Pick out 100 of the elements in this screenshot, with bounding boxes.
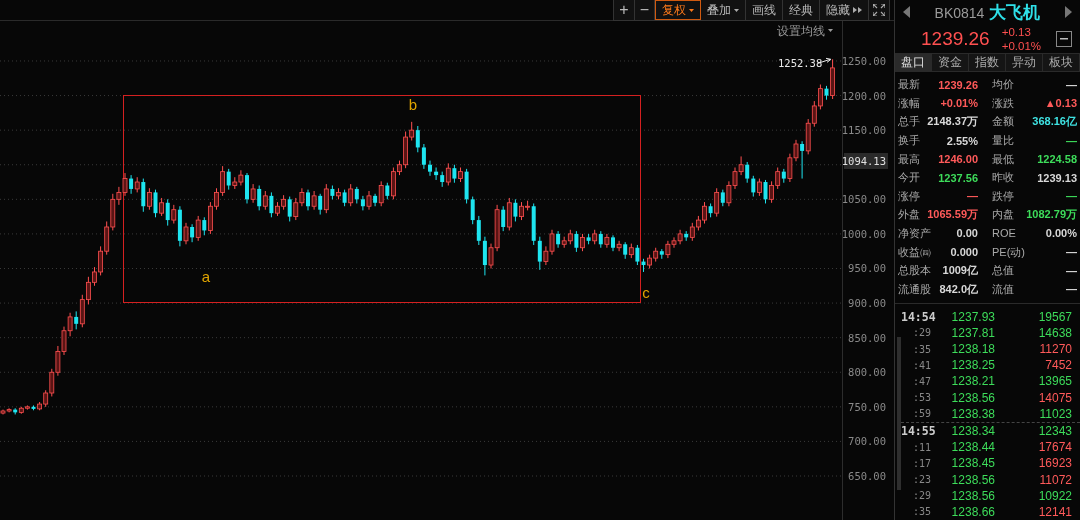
tick-price: 1238.66 bbox=[950, 504, 995, 519]
candlestick bbox=[250, 183, 256, 204]
toolbar-button[interactable]: 叠加 bbox=[701, 0, 746, 20]
stat-label: 收益㈣ bbox=[898, 244, 931, 260]
tick-time: :17 bbox=[911, 457, 932, 469]
tick-time: :35 bbox=[911, 506, 932, 518]
stat-value: 1065.59万 bbox=[927, 207, 978, 223]
stat-label: 净资产 bbox=[898, 226, 931, 241]
tick-volume: 12343 bbox=[1037, 423, 1072, 438]
toolbar-button[interactable]: 隐藏 bbox=[820, 0, 869, 20]
candlestick bbox=[800, 140, 805, 180]
candlestick bbox=[287, 196, 292, 222]
stat-label: 总值 bbox=[992, 263, 1014, 279]
stat-value: 0.000 bbox=[950, 246, 978, 259]
scrollbar[interactable] bbox=[897, 336, 901, 490]
tab[interactable]: 异动 bbox=[1006, 53, 1043, 72]
candlestick bbox=[537, 236, 542, 271]
stat-label: ROE bbox=[992, 227, 1016, 240]
tick-time: 14:55 bbox=[901, 423, 935, 438]
candlestick bbox=[470, 196, 475, 225]
tick-volume: 17674 bbox=[1037, 440, 1072, 455]
candlestick bbox=[501, 205, 506, 232]
tick-volume: 11270 bbox=[1038, 342, 1072, 357]
annotation-label: c bbox=[642, 284, 650, 301]
zoom-out-button[interactable]: − bbox=[634, 0, 655, 20]
stat-value: 1239.26 bbox=[938, 78, 978, 91]
stat-label: 流值 bbox=[992, 281, 1014, 297]
candlestick bbox=[165, 198, 170, 227]
candlestick bbox=[323, 183, 329, 214]
caret-icon bbox=[689, 8, 694, 12]
tick-price: 1238.38 bbox=[950, 406, 995, 421]
percent-change: +0.01% bbox=[1001, 38, 1041, 53]
candlestick bbox=[348, 183, 354, 207]
tab[interactable]: 盘口 bbox=[895, 53, 932, 72]
candlestick bbox=[153, 189, 158, 218]
stat-label: 涨停 bbox=[898, 188, 920, 204]
stat-label: 昨收 bbox=[992, 170, 1014, 186]
candlestick bbox=[183, 222, 189, 245]
stat-value: 0.00% bbox=[1045, 227, 1077, 240]
ma-settings-dropdown[interactable]: 设置均线 bbox=[777, 25, 825, 37]
tick-time: :59 bbox=[911, 408, 932, 420]
collapse-button[interactable] bbox=[1056, 30, 1072, 47]
stat-value: 1246.00 bbox=[938, 153, 978, 166]
stat-value: — bbox=[1066, 78, 1077, 91]
caret-icon bbox=[828, 29, 833, 32]
axis-tick-label: 800.00 bbox=[848, 366, 886, 379]
stat-value: 368.16亿 bbox=[1032, 114, 1077, 130]
tick-volume: 14638 bbox=[1037, 325, 1072, 340]
tick-volume: 16923 bbox=[1037, 456, 1072, 471]
tick-volume: 11023 bbox=[1038, 406, 1072, 421]
tick-price: 1238.21 bbox=[950, 374, 995, 389]
tick-price: 1238.34 bbox=[950, 423, 995, 438]
candlestick bbox=[574, 230, 579, 253]
price-change: +0.13 bbox=[1001, 24, 1032, 39]
stat-label: PE(动) bbox=[992, 244, 1025, 260]
candlestick bbox=[257, 184, 262, 211]
tick-price: 1238.45 bbox=[950, 456, 995, 471]
toolbar-button[interactable]: 复权 bbox=[655, 0, 701, 20]
tick-volume: 12141 bbox=[1037, 504, 1072, 519]
tab[interactable]: 指数 bbox=[969, 53, 1006, 72]
candlestick bbox=[415, 125, 420, 153]
tick-price: 1238.56 bbox=[950, 488, 995, 503]
stat-value: 1237.56 bbox=[938, 171, 978, 184]
fullscreen-button[interactable] bbox=[869, 0, 889, 20]
previous-arrow-icon[interactable] bbox=[903, 6, 910, 19]
caret-icon bbox=[734, 8, 739, 12]
candlestick bbox=[445, 162, 451, 186]
tick-time: :29 bbox=[911, 327, 932, 339]
next-arrow-icon[interactable] bbox=[1065, 6, 1072, 19]
axis-tick-label: 650.00 bbox=[848, 470, 886, 482]
toolbar-button[interactable]: 画线 bbox=[746, 0, 783, 20]
tick-time: :53 bbox=[911, 392, 932, 404]
stat-value: 2.55% bbox=[946, 134, 978, 147]
stat-label: 涨幅 bbox=[898, 95, 920, 111]
axis-tick-label: 900.00 bbox=[848, 297, 886, 310]
tick-volume: 14075 bbox=[1037, 390, 1072, 405]
annotation-label: b bbox=[408, 96, 418, 113]
toolbar-button[interactable]: 经典 bbox=[783, 0, 820, 20]
stat-label: 总股本 bbox=[898, 263, 931, 279]
zoom-in-button[interactable]: + bbox=[614, 0, 635, 20]
stat-value: 1082.79万 bbox=[1026, 207, 1077, 223]
stat-label: 内盘 bbox=[992, 207, 1014, 223]
tab[interactable]: 板块 bbox=[1043, 53, 1080, 72]
stat-label: 流通股 bbox=[898, 281, 931, 297]
tab[interactable]: 资金 bbox=[932, 53, 969, 72]
current-price: 1239.26 bbox=[921, 27, 990, 50]
candlestick bbox=[763, 179, 768, 204]
tick-time: :47 bbox=[911, 375, 932, 387]
annotation-label: a bbox=[201, 268, 211, 285]
tick-time: :35 bbox=[911, 343, 932, 355]
tick-time: :29 bbox=[911, 490, 932, 502]
candlestick bbox=[635, 244, 640, 266]
candlestick bbox=[421, 143, 426, 170]
tick-volume: 13965 bbox=[1037, 374, 1072, 389]
stat-value: — bbox=[967, 190, 978, 203]
candlestick bbox=[171, 204, 177, 225]
stat-value: — bbox=[1066, 246, 1077, 259]
high-price-label: 1252.38 bbox=[778, 57, 823, 70]
candlestick bbox=[360, 195, 365, 211]
stat-label: 跌停 bbox=[992, 188, 1014, 204]
